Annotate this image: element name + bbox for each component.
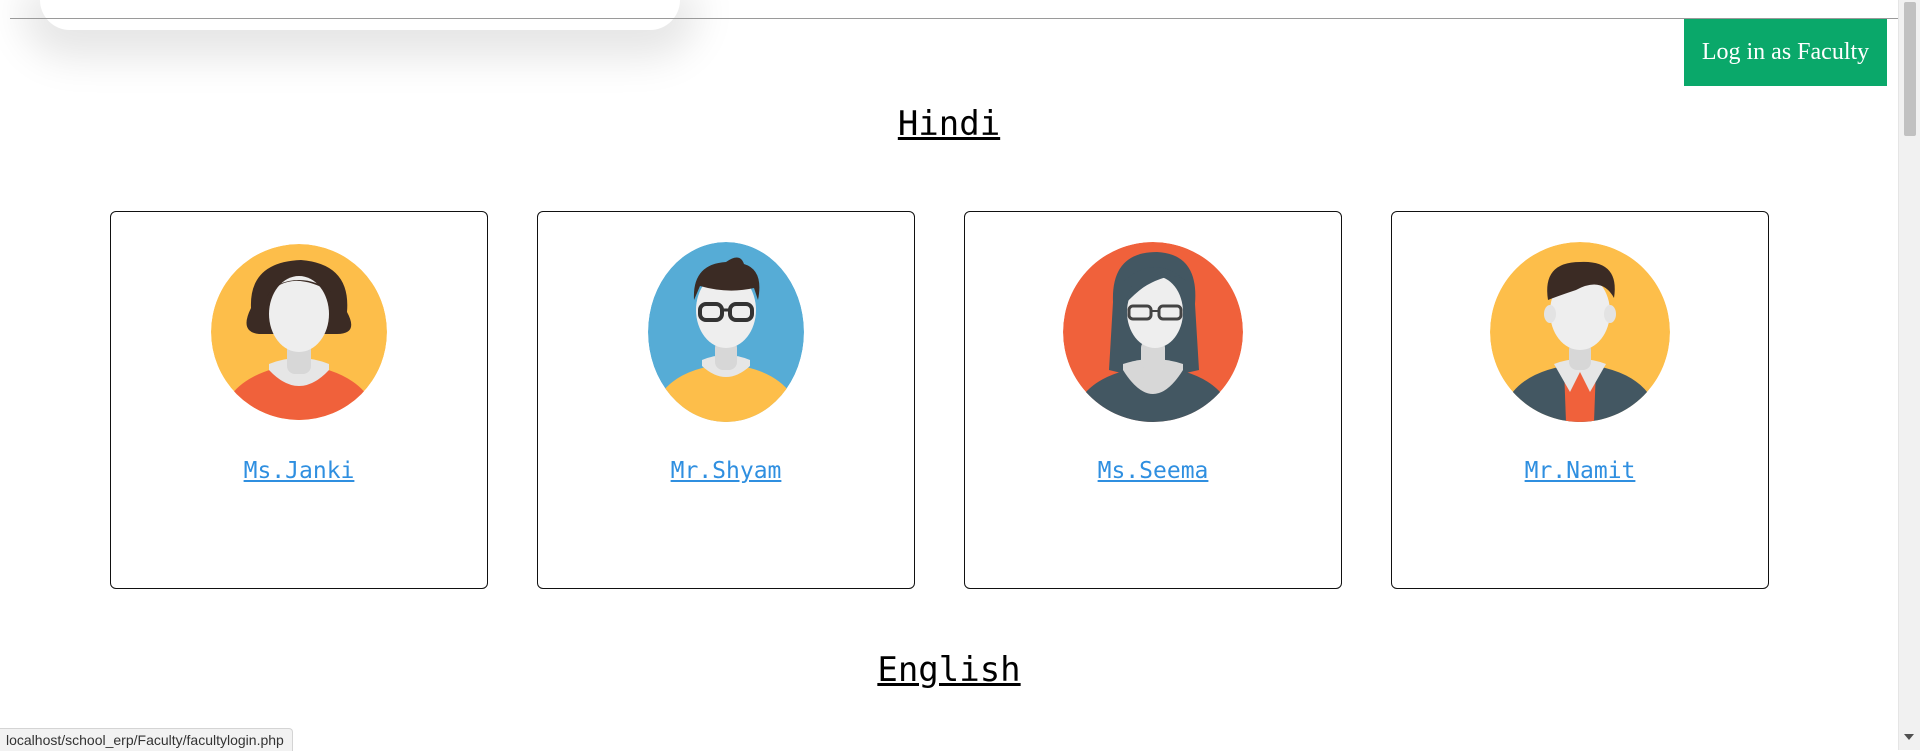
teacher-link-namit[interactable]: Mr.Namit — [1392, 458, 1768, 484]
teacher-card-seema: Ms.Seema — [964, 211, 1342, 589]
teacher-card-shyam: Mr.Shyam — [537, 211, 915, 589]
male-glasses-avatar-blue-bg-icon — [636, 242, 816, 422]
female-glasses-avatar-red-bg-icon — [1063, 242, 1243, 422]
scroll-down-arrow-icon[interactable] — [1904, 734, 1914, 740]
vertical-scrollbar[interactable] — [1898, 0, 1920, 750]
section-title-hindi: Hindi — [897, 104, 1001, 144]
teacher-link-seema[interactable]: Ms.Seema — [965, 458, 1341, 484]
teacher-link-shyam[interactable]: Mr.Shyam — [538, 458, 914, 484]
section-title-english: English — [877, 650, 1021, 690]
teacher-link-janki[interactable]: Ms.Janki — [111, 458, 487, 484]
status-bar-url: localhost/school_erp/Faculty/facultylogi… — [0, 728, 293, 751]
teacher-cards-hindi: Ms.Janki Mr.Shyam Ms.Seema Mr.Namit — [110, 211, 1770, 589]
teacher-card-namit: Mr.Namit — [1391, 211, 1769, 589]
faculty-login-button[interactable]: Log in as Faculty — [1684, 19, 1887, 86]
scrollbar-thumb[interactable] — [1904, 2, 1916, 136]
female-avatar-orange-bg-icon — [209, 242, 389, 422]
male-jacket-avatar-yellow-bg-icon — [1490, 242, 1670, 422]
top-divider — [10, 18, 1898, 19]
teacher-card-janki: Ms.Janki — [110, 211, 488, 589]
top-shadow-decoration — [40, 0, 680, 30]
